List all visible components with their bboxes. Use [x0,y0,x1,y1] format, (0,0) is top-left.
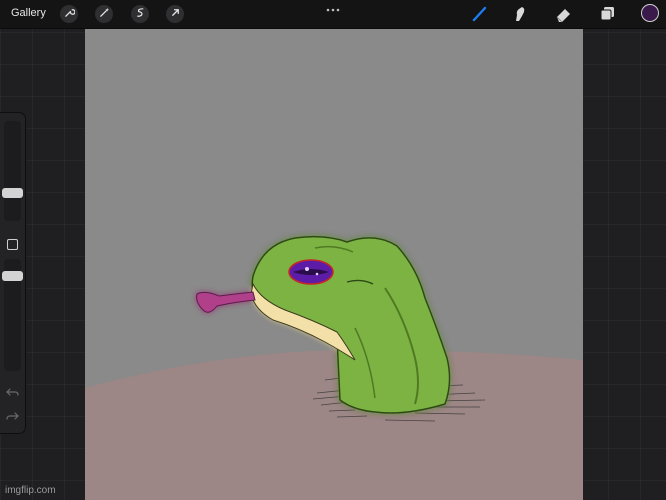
undo-icon[interactable] [6,385,19,397]
brush-size-slider[interactable] [2,121,23,221]
brush-size-thumb[interactable] [2,188,23,198]
artwork [85,28,583,500]
opacity-thumb[interactable] [2,271,23,281]
actions-button[interactable] [60,5,78,23]
more-options-icon[interactable] [324,2,342,12]
opacity-slider[interactable] [2,259,23,371]
smudge-icon[interactable] [510,4,530,24]
left-sidebar [0,112,26,434]
modify-button[interactable] [7,239,18,250]
selection-icon [135,5,146,23]
eraser-icon[interactable] [554,4,574,24]
transform-arrow-icon [170,5,181,23]
watermark: imgflip.com [5,485,56,496]
redo-icon[interactable] [6,409,19,421]
gallery-button[interactable]: Gallery [11,7,46,19]
transform-button[interactable] [166,5,184,23]
ground-shape [85,350,583,500]
adjustments-button[interactable] [95,5,113,23]
magic-wand-icon [99,5,110,23]
layers-icon[interactable] [597,4,617,24]
brush-icon[interactable] [470,4,490,24]
wrench-icon [64,5,76,23]
selection-button[interactable] [131,5,149,23]
drawing-canvas[interactable] [85,28,583,500]
top-toolbar: Gallery [0,0,666,29]
color-picker-button[interactable] [641,4,659,22]
